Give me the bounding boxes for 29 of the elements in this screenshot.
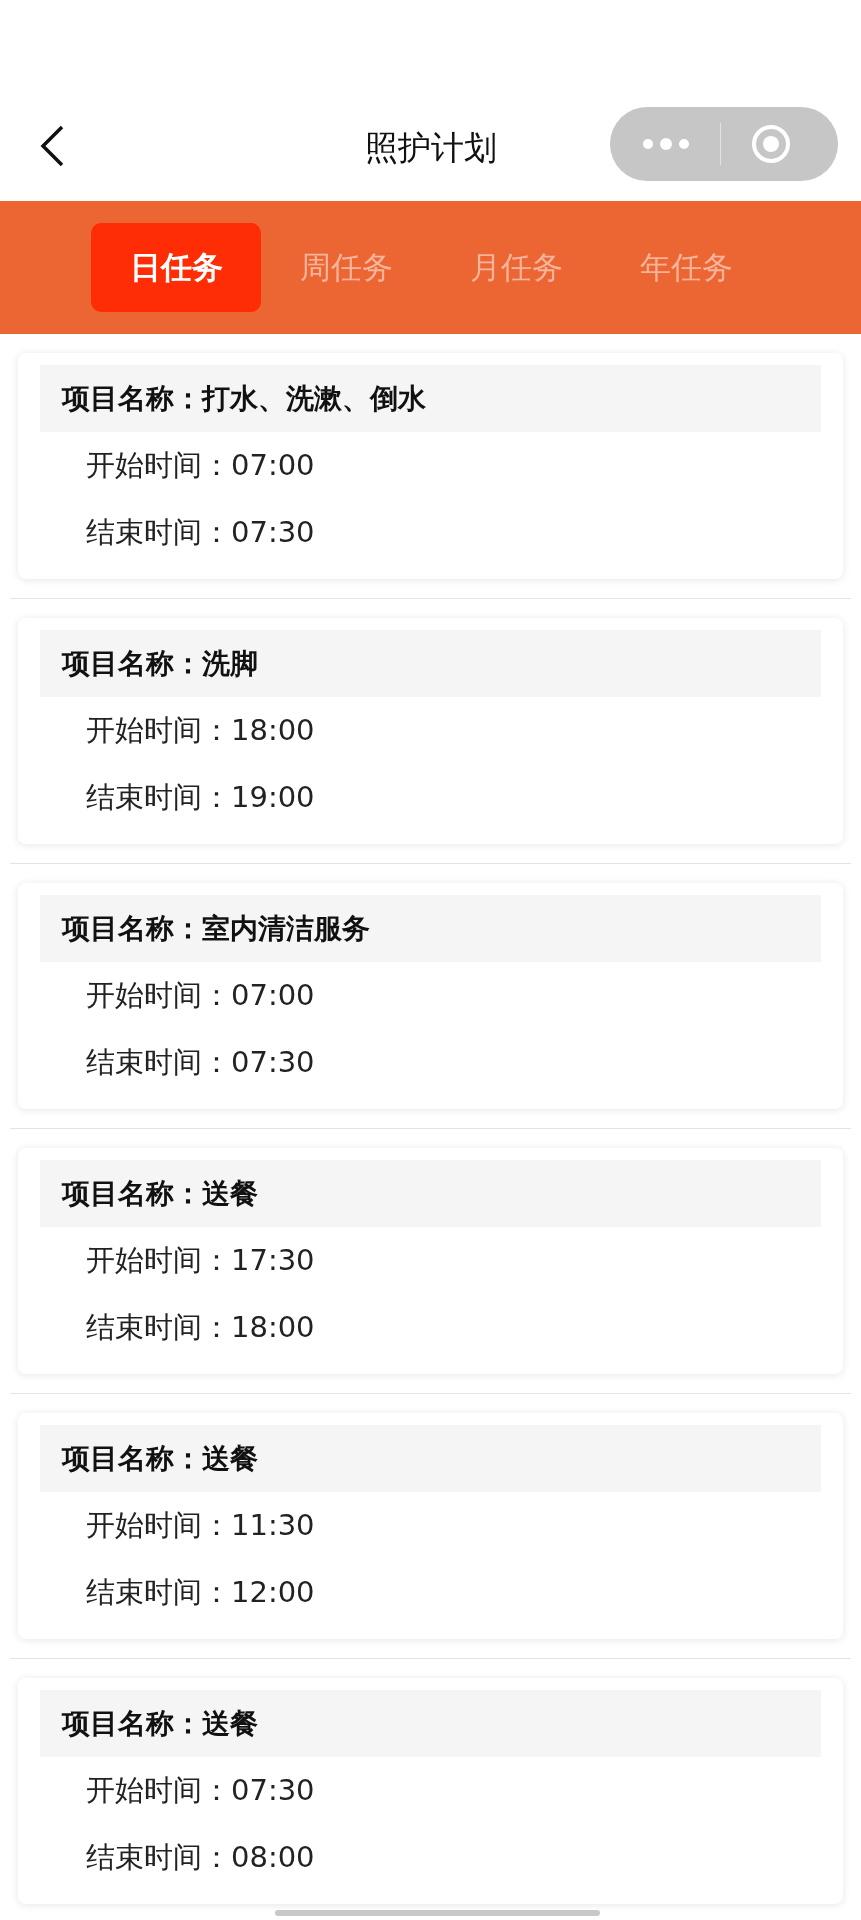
more-icon[interactable] bbox=[642, 138, 690, 150]
start-time: 开始时间：07:00 bbox=[85, 976, 316, 1014]
back-icon[interactable] bbox=[38, 124, 66, 168]
start-time: 开始时间：18:00 bbox=[85, 711, 316, 749]
start-time: 开始时间：11:30 bbox=[85, 1506, 316, 1544]
start-time: 开始时间：07:30 bbox=[85, 1771, 316, 1809]
end-time: 结束时间：18:00 bbox=[85, 1308, 316, 1346]
task-name: 项目名称：送餐 bbox=[40, 1690, 821, 1757]
task-name: 项目名称：送餐 bbox=[40, 1160, 821, 1227]
task-card[interactable]: 项目名称：送餐 开始时间：07:30 结束时间：08:00 bbox=[18, 1678, 843, 1904]
close-icon[interactable] bbox=[751, 124, 791, 164]
end-time: 结束时间：07:30 bbox=[85, 1043, 316, 1081]
task-card[interactable]: 项目名称：打水、洗漱、倒水 开始时间：07:00 结束时间：07:30 bbox=[18, 353, 843, 579]
tab[interactable]: 日任务 bbox=[91, 223, 261, 312]
task-name: 项目名称：送餐 bbox=[40, 1425, 821, 1492]
task-card[interactable]: 项目名称：室内清洁服务 开始时间：07:00 结束时间：07:30 bbox=[18, 883, 843, 1109]
task-name: 项目名称：打水、洗漱、倒水 bbox=[40, 365, 821, 432]
end-time: 结束时间：08:00 bbox=[85, 1838, 316, 1876]
task-card[interactable]: 项目名称：送餐 开始时间：11:30 结束时间：12:00 bbox=[18, 1413, 843, 1639]
task-name: 项目名称：室内清洁服务 bbox=[40, 895, 821, 962]
end-time: 结束时间：12:00 bbox=[85, 1573, 316, 1611]
end-time: 结束时间：07:30 bbox=[85, 513, 316, 551]
start-time: 开始时间：17:30 bbox=[85, 1241, 316, 1279]
task-name: 项目名称：洗脚 bbox=[40, 630, 821, 697]
page-title: 照护计划 bbox=[364, 127, 497, 169]
start-time: 开始时间：07:00 bbox=[85, 446, 316, 484]
task-card[interactable]: 项目名称：洗脚 开始时间：18:00 结束时间：19:00 bbox=[18, 618, 843, 844]
end-time: 结束时间：19:00 bbox=[85, 778, 316, 816]
task-card[interactable]: 项目名称：送餐 开始时间：17:30 结束时间：18:00 bbox=[18, 1148, 843, 1374]
